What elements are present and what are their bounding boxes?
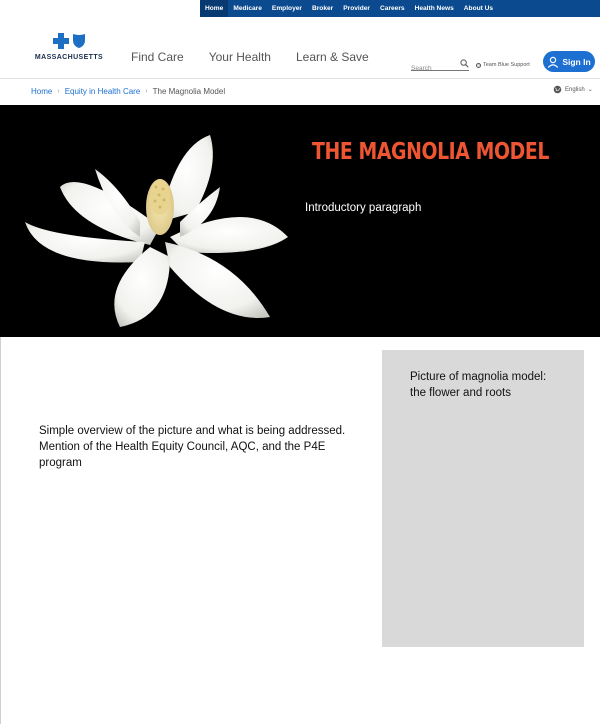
overview-text: Simple overview of the picture and what … bbox=[39, 425, 346, 469]
utility-bar: Home Medicare Employer Broker Provider C… bbox=[0, 0, 600, 17]
image-placeholder-caption: Picture of magnolia model: the flower an… bbox=[410, 371, 547, 399]
chevron-down-icon: ⌄ bbox=[587, 87, 593, 93]
main-nav-find-care[interactable]: Find Care bbox=[131, 50, 184, 64]
shield-icon bbox=[72, 34, 85, 48]
magnolia-flower-image bbox=[25, 135, 288, 327]
breadcrumb-home[interactable]: Home bbox=[31, 87, 52, 96]
main-nav-your-health[interactable]: Your Health bbox=[209, 50, 271, 64]
language-label: English bbox=[565, 86, 585, 93]
breadcrumb-current: The Magnolia Model bbox=[152, 87, 226, 96]
magnolia-model-image-placeholder: Picture of magnolia model: the flower an… bbox=[382, 350, 584, 647]
chevron-right-icon: › bbox=[57, 88, 60, 95]
page-divider bbox=[0, 337, 1, 724]
logo-wordmark: MASSACHUSETTS bbox=[34, 54, 104, 61]
utility-nav-careers[interactable]: Careers bbox=[375, 0, 410, 17]
team-blue-support-link[interactable]: ? Team Blue Support bbox=[476, 62, 530, 68]
sign-in-label: Sign In bbox=[562, 56, 591, 67]
utility-nav-broker[interactable]: Broker bbox=[307, 0, 338, 17]
breadcrumb-equity[interactable]: Equity in Health Care bbox=[65, 87, 141, 96]
chevron-right-icon: › bbox=[145, 88, 148, 95]
utility-nav-home[interactable]: Home bbox=[200, 0, 229, 17]
logo-marks bbox=[32, 33, 106, 52]
utility-nav-about-us[interactable]: About Us bbox=[459, 0, 498, 17]
utility-nav-provider[interactable]: Provider bbox=[338, 0, 375, 17]
cross-icon bbox=[52, 33, 69, 49]
utility-nav-health-news[interactable]: Health News bbox=[410, 0, 459, 17]
hero-banner: THE MAGNOLIA MODEL Introductory paragrap… bbox=[0, 105, 600, 337]
language-selector[interactable]: English ⌄ bbox=[553, 85, 593, 94]
intro-paragraph: Introductory paragraph bbox=[305, 202, 422, 214]
main-nav: Find Care Your Health Learn & Save bbox=[131, 50, 369, 64]
utility-nav-medicare[interactable]: Medicare bbox=[228, 0, 267, 17]
site-header: MASSACHUSETTS Find Care Your Health Lear… bbox=[0, 17, 600, 79]
search-icon[interactable] bbox=[460, 59, 469, 68]
utility-nav-employer[interactable]: Employer bbox=[267, 0, 307, 17]
utility-nav: Home Medicare Employer Broker Provider C… bbox=[200, 0, 600, 17]
breadcrumb: Home › Equity in Health Care › The Magno… bbox=[31, 87, 225, 96]
globe-icon bbox=[553, 85, 562, 94]
question-icon: ? bbox=[476, 62, 481, 68]
brand-logo[interactable]: MASSACHUSETTS bbox=[32, 33, 106, 61]
user-icon bbox=[548, 56, 559, 68]
main-nav-learn-save[interactable]: Learn & Save bbox=[296, 50, 369, 64]
search-box bbox=[411, 57, 469, 72]
page-title: THE MAGNOLIA MODEL bbox=[312, 139, 549, 165]
sign-in-button[interactable]: Sign In bbox=[543, 51, 595, 72]
support-label: Team Blue Support bbox=[483, 62, 530, 68]
search-input[interactable] bbox=[411, 65, 455, 72]
